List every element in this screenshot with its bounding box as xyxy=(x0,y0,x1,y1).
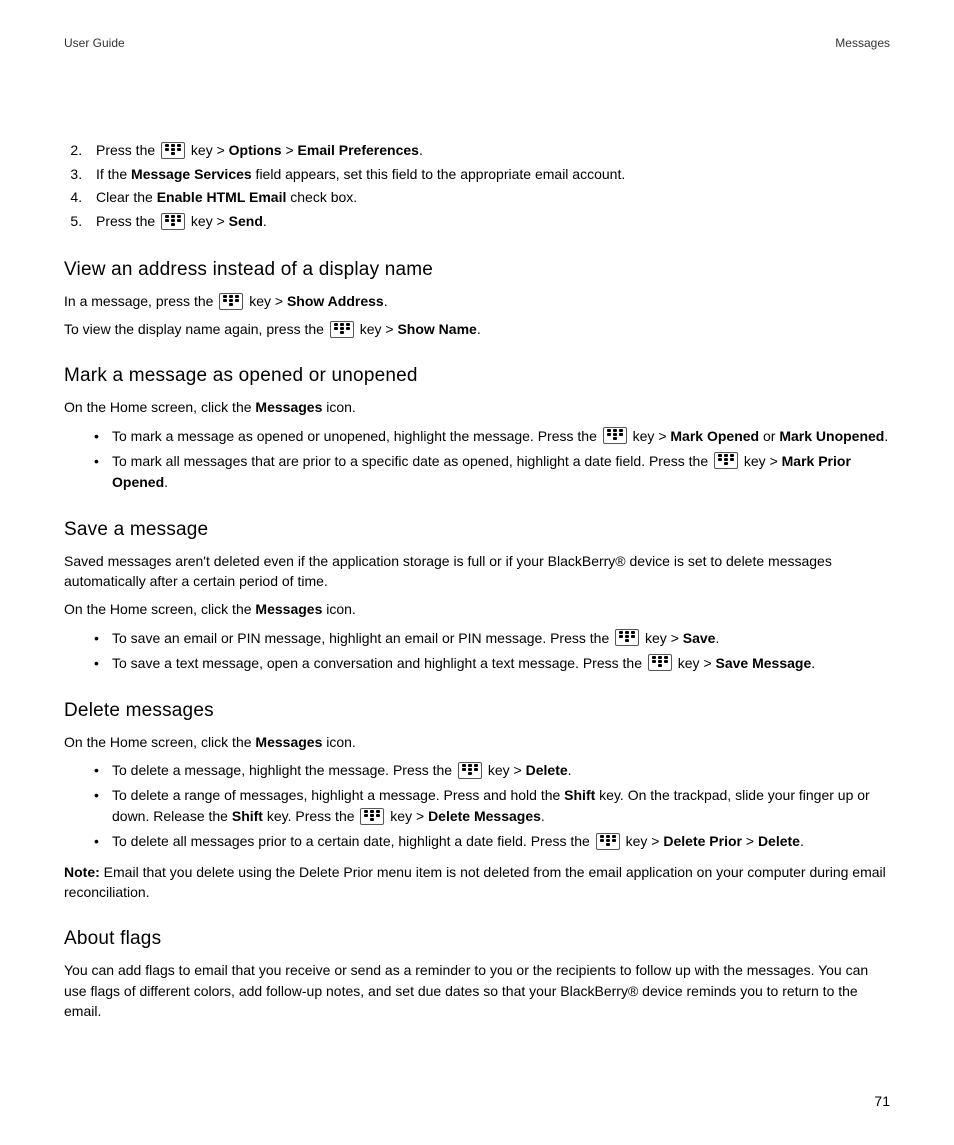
menu-key-icon xyxy=(219,293,243,310)
paragraph: On the Home screen, click the Messages i… xyxy=(64,732,890,752)
menu-key-icon xyxy=(161,142,185,159)
bullet-list: To mark a message as opened or unopened,… xyxy=(64,426,890,493)
list-item: To mark all messages that are prior to a… xyxy=(112,451,890,493)
step-5: Press the key > Send. xyxy=(86,211,890,233)
menu-key-icon xyxy=(648,654,672,671)
list-item: To save an email or PIN message, highlig… xyxy=(112,628,890,649)
section-heading-view-address: View an address instead of a display nam… xyxy=(64,259,890,281)
step-4: Clear the Enable HTML Email check box. xyxy=(86,187,890,209)
menu-key-icon xyxy=(360,808,384,825)
paragraph: You can add flags to email that you rece… xyxy=(64,960,890,1021)
menu-key-icon xyxy=(596,833,620,850)
note-paragraph: Note: Email that you delete using the De… xyxy=(64,862,890,903)
list-item: To save a text message, open a conversat… xyxy=(112,653,890,674)
header-right: Messages xyxy=(835,36,890,50)
list-item: To delete all messages prior to a certai… xyxy=(112,831,890,852)
paragraph: In a message, press the key > Show Addre… xyxy=(64,291,890,311)
list-item: To delete a message, highlight the messa… xyxy=(112,760,890,781)
menu-key-icon xyxy=(330,321,354,338)
menu-key-icon xyxy=(161,213,185,230)
menu-key-icon xyxy=(615,629,639,646)
paragraph: On the Home screen, click the Messages i… xyxy=(64,599,890,619)
page-header: User Guide Messages xyxy=(64,36,890,50)
menu-key-icon xyxy=(603,427,627,444)
step-2: Press the key > Options > Email Preferen… xyxy=(86,140,890,162)
section-heading-save: Save a message xyxy=(64,519,890,541)
bullet-list: To save an email or PIN message, highlig… xyxy=(64,628,890,674)
paragraph: On the Home screen, click the Messages i… xyxy=(64,397,890,417)
paragraph: Saved messages aren't deleted even if th… xyxy=(64,551,890,592)
bullet-list: To delete a message, highlight the messa… xyxy=(64,760,890,852)
paragraph: To view the display name again, press th… xyxy=(64,319,890,339)
document-page: User Guide Messages Press the key > Opti… xyxy=(0,0,954,1145)
menu-key-icon xyxy=(714,452,738,469)
page-number: 71 xyxy=(874,1093,890,1109)
header-left: User Guide xyxy=(64,36,125,50)
list-item: To delete a range of messages, highlight… xyxy=(112,785,890,827)
steps-list: Press the key > Options > Email Preferen… xyxy=(64,140,890,233)
section-heading-delete: Delete messages xyxy=(64,700,890,722)
step-3: If the Message Services field appears, s… xyxy=(86,164,890,186)
section-heading-mark: Mark a message as opened or unopened xyxy=(64,365,890,387)
section-heading-flags: About flags xyxy=(64,928,890,950)
list-item: To mark a message as opened or unopened,… xyxy=(112,426,890,447)
menu-key-icon xyxy=(458,762,482,779)
